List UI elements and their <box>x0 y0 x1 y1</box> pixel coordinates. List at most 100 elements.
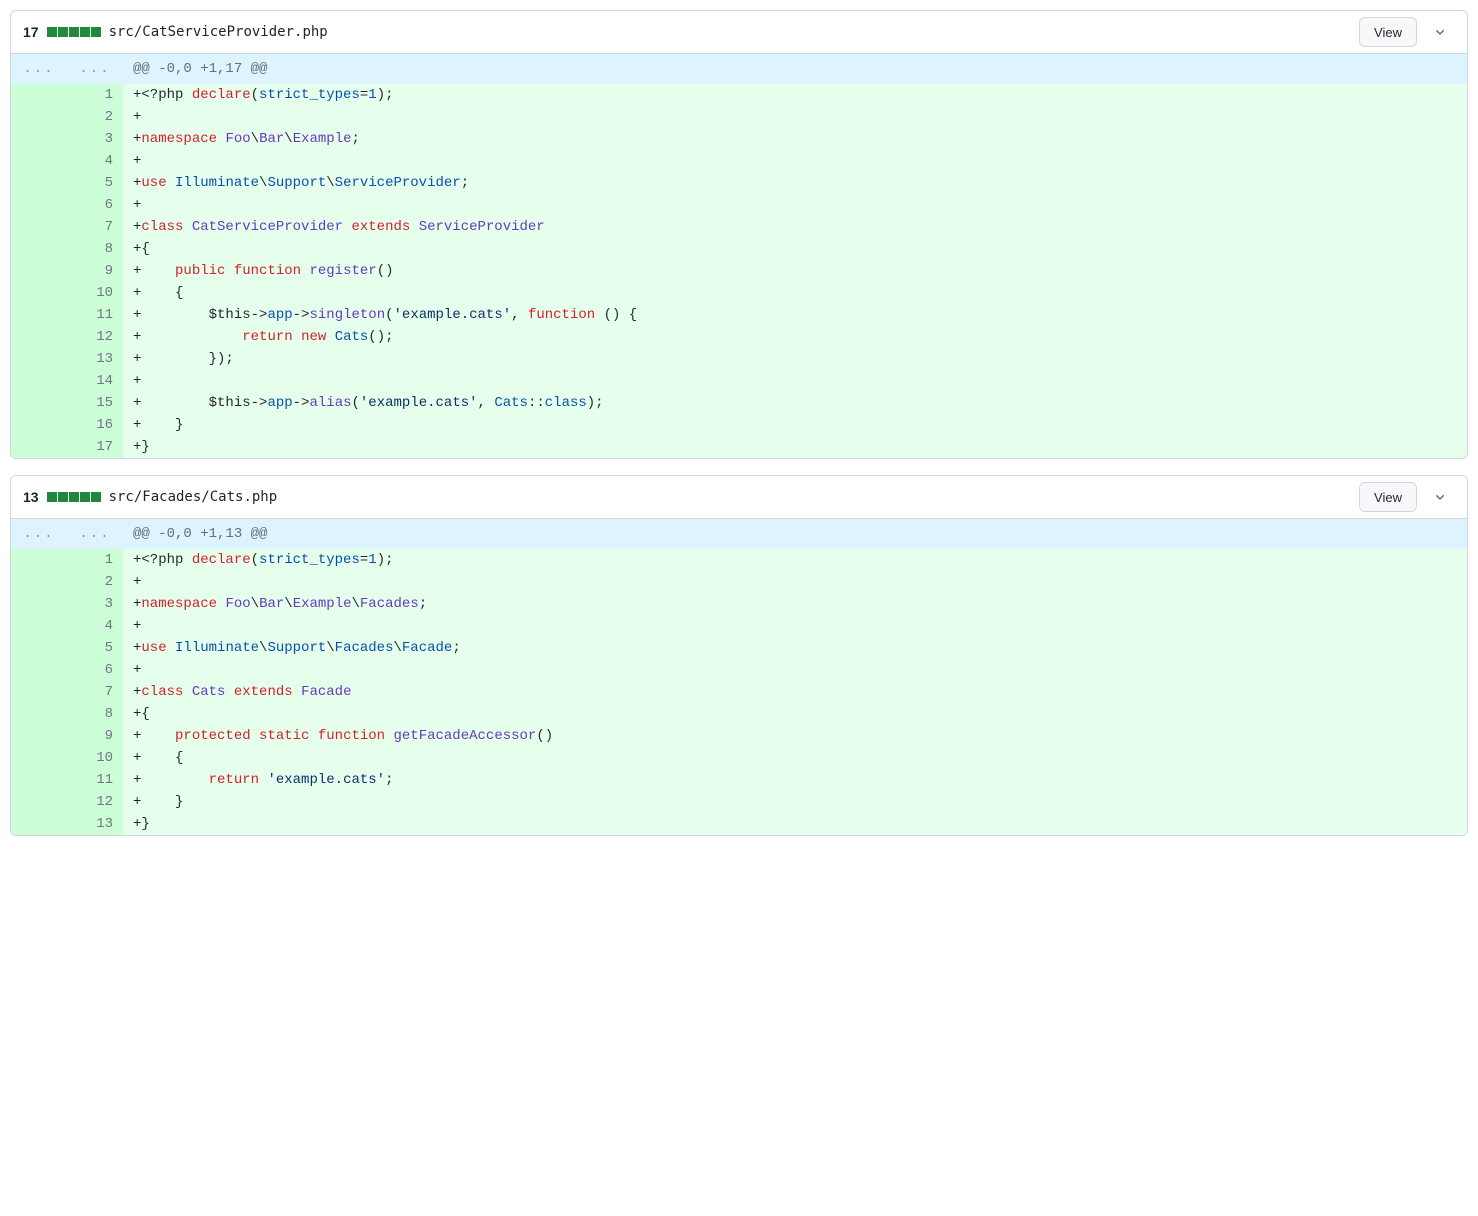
new-line-number: 4 <box>67 615 123 637</box>
expand-icon[interactable]: ... <box>11 519 67 549</box>
new-line-number: 6 <box>67 659 123 681</box>
code-cell[interactable]: +use Illuminate\Support\Facades\Facade; <box>123 637 1467 659</box>
diff-line-added[interactable]: 6+ <box>11 659 1467 681</box>
code-cell[interactable]: + <box>123 150 1467 172</box>
diff-line-added[interactable]: 13+} <box>11 813 1467 835</box>
diff-line-added[interactable]: 8+{ <box>11 238 1467 260</box>
diff-line-added[interactable]: 10+ { <box>11 747 1467 769</box>
diff-line-added[interactable]: 6+ <box>11 194 1467 216</box>
file-header-right: View <box>1359 482 1455 512</box>
old-line-number <box>11 593 67 615</box>
code-cell[interactable]: + <box>123 571 1467 593</box>
diff-line-added[interactable]: 1+<?php declare(strict_types=1); <box>11 84 1467 106</box>
diff-line-added[interactable]: 12+ return new Cats(); <box>11 326 1467 348</box>
new-line-number: 10 <box>67 282 123 304</box>
diff-line-added[interactable]: 2+ <box>11 571 1467 593</box>
hunk-text: @@ -0,0 +1,17 @@ <box>123 54 1467 84</box>
diff-line-added[interactable]: 15+ $this->app->alias('example.cats', Ca… <box>11 392 1467 414</box>
diffstat-square-add <box>47 27 57 37</box>
code-cell[interactable]: + <box>123 106 1467 128</box>
diff-line-added[interactable]: 2+ <box>11 106 1467 128</box>
diffstat-square-add <box>91 492 101 502</box>
code-cell[interactable]: + protected static function getFacadeAcc… <box>123 725 1467 747</box>
new-line-number: 1 <box>67 549 123 571</box>
code-cell[interactable]: +} <box>123 813 1467 835</box>
old-line-number <box>11 348 67 370</box>
file-path[interactable]: src/CatServiceProvider.php <box>109 24 328 40</box>
old-line-number <box>11 84 67 106</box>
new-line-number: 13 <box>67 813 123 835</box>
diff-line-added[interactable]: 3+namespace Foo\Bar\Example; <box>11 128 1467 150</box>
diff-line-added[interactable]: 5+use Illuminate\Support\Facades\Facade; <box>11 637 1467 659</box>
old-line-number <box>11 436 67 458</box>
diff-line-added[interactable]: 12+ } <box>11 791 1467 813</box>
diff-line-added[interactable]: 11+ $this->app->singleton('example.cats'… <box>11 304 1467 326</box>
code-cell[interactable]: +class Cats extends Facade <box>123 681 1467 703</box>
old-line-number <box>11 216 67 238</box>
diff-line-added[interactable]: 7+class CatServiceProvider extends Servi… <box>11 216 1467 238</box>
diffstat-square-add <box>58 492 68 502</box>
code-cell[interactable]: +<?php declare(strict_types=1); <box>123 549 1467 571</box>
code-cell[interactable]: +namespace Foo\Bar\Example\Facades; <box>123 593 1467 615</box>
diff-line-added[interactable]: 11+ return 'example.cats'; <box>11 769 1467 791</box>
old-line-number <box>11 571 67 593</box>
diff-line-added[interactable]: 5+use Illuminate\Support\ServiceProvider… <box>11 172 1467 194</box>
file-header-right: View <box>1359 17 1455 47</box>
code-cell[interactable]: +} <box>123 436 1467 458</box>
chevron-down-icon[interactable] <box>1425 17 1455 47</box>
code-cell[interactable]: + public function register() <box>123 260 1467 282</box>
diff-file: 17src/CatServiceProvider.phpView......@@… <box>10 10 1468 459</box>
code-cell[interactable]: +namespace Foo\Bar\Example; <box>123 128 1467 150</box>
diff-line-added[interactable]: 9+ public function register() <box>11 260 1467 282</box>
code-cell[interactable]: + { <box>123 747 1467 769</box>
code-cell[interactable]: +{ <box>123 703 1467 725</box>
expand-icon[interactable]: ... <box>67 54 123 84</box>
code-cell[interactable]: + $this->app->alias('example.cats', Cats… <box>123 392 1467 414</box>
diff-line-added[interactable]: 8+{ <box>11 703 1467 725</box>
old-line-number <box>11 150 67 172</box>
code-cell[interactable]: + <box>123 194 1467 216</box>
new-line-number: 12 <box>67 791 123 813</box>
code-cell[interactable]: +class CatServiceProvider extends Servic… <box>123 216 1467 238</box>
code-cell[interactable]: +use Illuminate\Support\ServiceProvider; <box>123 172 1467 194</box>
diff-line-added[interactable]: 10+ { <box>11 282 1467 304</box>
diff-line-added[interactable]: 7+class Cats extends Facade <box>11 681 1467 703</box>
new-line-number: 1 <box>67 84 123 106</box>
code-cell[interactable]: + return 'example.cats'; <box>123 769 1467 791</box>
diff-line-added[interactable]: 4+ <box>11 150 1467 172</box>
diff-line-added[interactable]: 1+<?php declare(strict_types=1); <box>11 549 1467 571</box>
expand-icon[interactable]: ... <box>11 54 67 84</box>
diff-line-added[interactable]: 3+namespace Foo\Bar\Example\Facades; <box>11 593 1467 615</box>
code-cell[interactable]: + <box>123 615 1467 637</box>
diff-line-added[interactable]: 13+ }); <box>11 348 1467 370</box>
new-line-number: 9 <box>67 725 123 747</box>
code-cell[interactable]: + } <box>123 791 1467 813</box>
diff-line-added[interactable]: 17+} <box>11 436 1467 458</box>
code-cell[interactable]: + $this->app->singleton('example.cats', … <box>123 304 1467 326</box>
expand-icon[interactable]: ... <box>67 519 123 549</box>
code-cell[interactable]: + { <box>123 282 1467 304</box>
diff-line-added[interactable]: 16+ } <box>11 414 1467 436</box>
code-cell[interactable]: + } <box>123 414 1467 436</box>
diff-line-added[interactable]: 14+ <box>11 370 1467 392</box>
code-cell[interactable]: + <box>123 370 1467 392</box>
new-line-number: 8 <box>67 703 123 725</box>
code-cell[interactable]: + return new Cats(); <box>123 326 1467 348</box>
new-line-number: 11 <box>67 769 123 791</box>
old-line-number <box>11 282 67 304</box>
diffstat-square-add <box>69 27 79 37</box>
view-button[interactable]: View <box>1359 482 1417 512</box>
code-cell[interactable]: +{ <box>123 238 1467 260</box>
view-button[interactable]: View <box>1359 17 1417 47</box>
hunk-header: ......@@ -0,0 +1,17 @@ <box>11 54 1467 84</box>
chevron-down-icon[interactable] <box>1425 482 1455 512</box>
diff-line-added[interactable]: 4+ <box>11 615 1467 637</box>
file-path[interactable]: src/Facades/Cats.php <box>109 489 278 505</box>
diff-line-added[interactable]: 9+ protected static function getFacadeAc… <box>11 725 1467 747</box>
code-cell[interactable]: + <box>123 659 1467 681</box>
lines-changed-count: 17 <box>23 24 39 40</box>
new-line-number: 11 <box>67 304 123 326</box>
lines-changed-count: 13 <box>23 489 39 505</box>
code-cell[interactable]: + }); <box>123 348 1467 370</box>
code-cell[interactable]: +<?php declare(strict_types=1); <box>123 84 1467 106</box>
